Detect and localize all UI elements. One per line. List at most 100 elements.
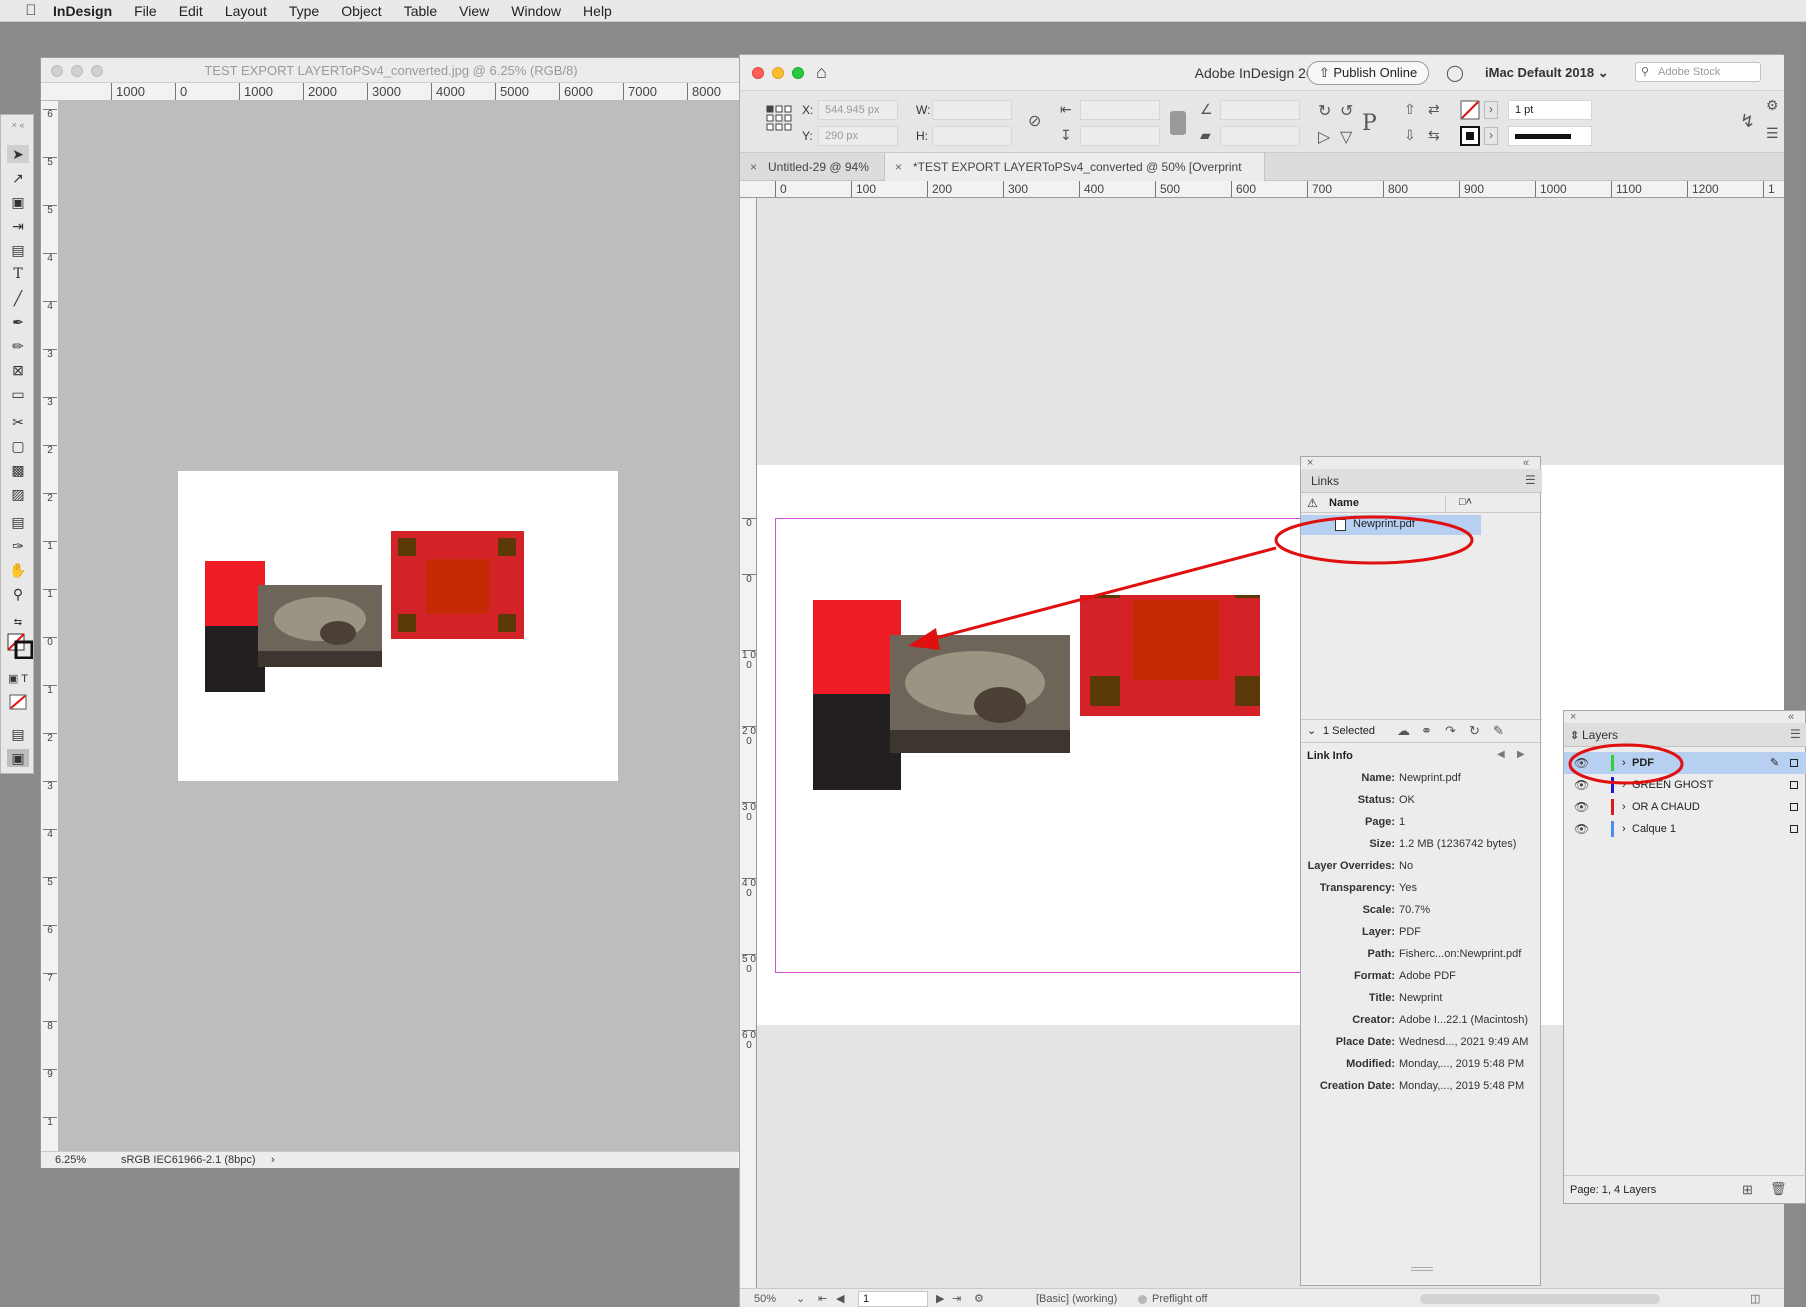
layers-tab[interactable]: Layers: [1582, 728, 1618, 742]
chevron-right-icon[interactable]: ›: [1622, 774, 1626, 796]
chevron-right-icon[interactable]: ›: [1622, 818, 1626, 840]
rotate-cw-icon[interactable]: ↻: [1318, 101, 1331, 121]
eye-icon[interactable]: 👁: [1574, 796, 1589, 818]
direct-selection-tool-icon[interactable]: ↗: [7, 169, 29, 187]
path-direction-icon[interactable]: P: [1362, 111, 1377, 136]
menu-layout[interactable]: Layout: [214, 0, 278, 22]
lightbulb-icon[interactable]: ◯: [1446, 63, 1464, 83]
next-page-icon[interactable]: ▶: [936, 1289, 944, 1307]
stroke-menu-chevron-icon[interactable]: ›: [1484, 127, 1498, 145]
menu-window[interactable]: Window: [500, 0, 572, 22]
collapse-panel-icon[interactable]: «: [1788, 711, 1794, 723]
eye-icon[interactable]: 👁: [1574, 752, 1589, 774]
adobe-stock-search[interactable]: ⚲ Adobe Stock: [1635, 62, 1761, 82]
pencil-tool-icon[interactable]: ✏: [7, 337, 29, 355]
view-mode-icon[interactable]: ▣: [7, 749, 29, 767]
reference-point-icon[interactable]: [766, 105, 792, 131]
rectangle-tool-icon[interactable]: ▭: [7, 385, 29, 403]
gap-tool-icon[interactable]: ⇥: [7, 217, 29, 235]
menu-help[interactable]: Help: [572, 0, 623, 22]
zoom-tool-icon[interactable]: ⚲: [7, 585, 29, 603]
layer-row[interactable]: 👁 › Calque 1: [1564, 818, 1806, 840]
panel-menu-icon[interactable]: ☰: [1525, 473, 1536, 487]
last-page-icon[interactable]: ⇥: [952, 1289, 961, 1307]
workspace-switcher[interactable]: iMac Default 2018 ⌄: [1485, 61, 1625, 85]
panel-collapse-icon[interactable]: × «: [1, 120, 35, 130]
swap-fill-stroke-icon[interactable]: ⇆: [7, 613, 29, 631]
fill-menu-chevron-icon[interactable]: ›: [1484, 101, 1498, 119]
first-page-icon[interactable]: ⇤: [818, 1289, 827, 1307]
layer-row[interactable]: 👁 › PDF ✎: [1564, 752, 1806, 774]
chevron-down-icon[interactable]: ⌄: [796, 1289, 805, 1307]
color-profile[interactable]: [Basic] (working): [1036, 1289, 1117, 1307]
update-link-icon[interactable]: ↻: [1469, 723, 1480, 739]
stroke-swatch[interactable]: [1460, 126, 1480, 146]
close-tab-icon[interactable]: ×: [750, 153, 757, 181]
stroke-weight-field[interactable]: 1 pt: [1508, 100, 1592, 120]
quick-apply-icon[interactable]: ↯: [1740, 111, 1755, 132]
placed-pdf-artwork[interactable]: [810, 595, 1260, 895]
edit-original-icon[interactable]: ✎: [1493, 723, 1504, 739]
zoom-level[interactable]: 6.25%: [55, 1152, 86, 1169]
chevron-right-icon[interactable]: ›: [1622, 796, 1626, 818]
panel-menu-icon[interactable]: ☰: [1790, 727, 1801, 741]
trash-icon[interactable]: 🗑: [1770, 1181, 1787, 1197]
tab-test-export[interactable]: × *TEST EXPORT LAYERToPSv4_converted @ 50…: [885, 153, 1265, 202]
new-layer-icon[interactable]: ⊞: [1742, 1182, 1753, 1198]
select-content-icon[interactable]: ⇩: [1404, 127, 1416, 144]
apply-none-icon[interactable]: [7, 693, 29, 711]
x-field[interactable]: 544.945 px: [818, 100, 898, 120]
links-tab[interactable]: Links: [1311, 474, 1339, 488]
menu-object[interactable]: Object: [330, 0, 392, 22]
preflight-status[interactable]: Preflight off: [1152, 1289, 1207, 1307]
eyedropper-tool-icon[interactable]: ✑: [7, 537, 29, 555]
y-field[interactable]: 290 px: [818, 126, 898, 146]
stroke-type-dropdown[interactable]: [1508, 126, 1592, 146]
collapse-panel-icon[interactable]: «: [1523, 457, 1529, 469]
hand-tool-icon[interactable]: ✋: [7, 561, 29, 579]
previous-page-icon[interactable]: ◀: [836, 1289, 844, 1307]
eye-icon[interactable]: 👁: [1574, 818, 1589, 840]
link-row-selected[interactable]: Newprint.pdf: [1301, 515, 1481, 535]
tab-untitled-29[interactable]: × Untitled-29 @ 94%: [740, 153, 885, 181]
eye-icon[interactable]: 👁: [1574, 774, 1589, 796]
constrain-scale-icon[interactable]: [1170, 111, 1186, 135]
layer-target-square[interactable]: [1790, 781, 1798, 789]
menu-view[interactable]: View: [448, 0, 500, 22]
chevron-right-icon[interactable]: ›: [271, 1152, 275, 1169]
line-tool-icon[interactable]: ╱: [7, 289, 29, 307]
page-column-icon[interactable]: □˄: [1459, 496, 1472, 508]
gear-icon[interactable]: ⚙: [974, 1289, 984, 1307]
flip-vertical-icon[interactable]: ▽: [1340, 127, 1352, 147]
rotation-field[interactable]: [1220, 100, 1300, 120]
layer-row[interactable]: 👁 › OR A CHAUD: [1564, 796, 1806, 818]
close-panel-icon[interactable]: ×: [1307, 457, 1313, 469]
gradient-feather-tool-icon[interactable]: ▨: [7, 485, 29, 503]
gear-icon[interactable]: ⚙: [1766, 97, 1779, 114]
page-tool-icon[interactable]: ▣: [7, 193, 29, 211]
page-number-field[interactable]: 1: [858, 1291, 928, 1307]
layer-target-square[interactable]: [1790, 759, 1798, 767]
select-container-icon[interactable]: ⇧: [1404, 101, 1416, 118]
type-tool-icon[interactable]: T: [7, 265, 29, 283]
menu-table[interactable]: Table: [393, 0, 448, 22]
previous-link-icon[interactable]: ◀: [1497, 749, 1505, 760]
constrain-proportions-icon[interactable]: ⊘: [1028, 111, 1041, 131]
fill-stroke-icon[interactable]: [7, 633, 33, 659]
note-tool-icon[interactable]: ▤: [7, 513, 29, 531]
chevron-down-icon[interactable]: ⌄: [1307, 724, 1316, 737]
next-link-icon[interactable]: ▶: [1517, 749, 1525, 760]
close-panel-icon[interactable]: ×: [1570, 711, 1576, 723]
chevron-right-icon[interactable]: ›: [1622, 752, 1626, 774]
layer-target-square[interactable]: [1790, 825, 1798, 833]
select-next-icon[interactable]: ⇆: [1428, 127, 1440, 144]
scale-y-field[interactable]: [1080, 126, 1160, 146]
width-field[interactable]: [932, 100, 1012, 120]
publish-online-button[interactable]: ⇧ Publish Online: [1307, 61, 1429, 85]
scale-x-field[interactable]: [1080, 100, 1160, 120]
rectangle-frame-tool-icon[interactable]: ⊠: [7, 361, 29, 379]
split-view-icon[interactable]: ◫: [1750, 1289, 1760, 1307]
menu-file[interactable]: File: [123, 0, 168, 22]
screen-mode-icon[interactable]: ▤: [7, 725, 29, 743]
relink-cc-icon[interactable]: ☁: [1397, 723, 1410, 739]
